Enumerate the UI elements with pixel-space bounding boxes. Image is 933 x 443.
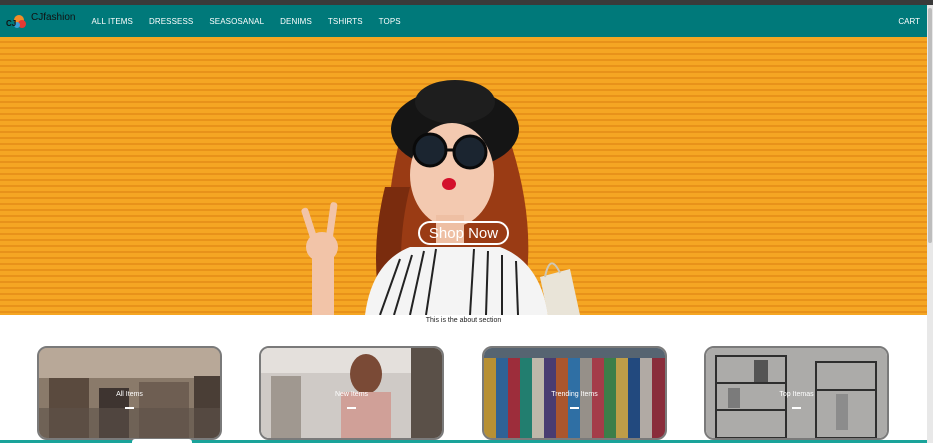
nav-all-items[interactable]: ALL ITEMS bbox=[91, 17, 133, 26]
nav-denims[interactable]: DENIMS bbox=[280, 17, 312, 26]
category-underline bbox=[124, 407, 134, 409]
category-underline bbox=[791, 407, 801, 409]
hero-model-image bbox=[301, 80, 580, 315]
shop-now-button[interactable]: Shop Now bbox=[418, 221, 509, 245]
brand[interactable]: CJ CJfashion bbox=[5, 5, 75, 37]
category-underline bbox=[569, 407, 579, 409]
cart-link[interactable]: CART bbox=[898, 17, 920, 26]
category-card-trending-items[interactable]: Trending Items bbox=[482, 346, 667, 440]
main-navbar: CJ CJfashion ALL ITEMS DRESSESS SEASOSAN… bbox=[0, 5, 927, 37]
category-card-top-items[interactable]: Top Itemas bbox=[704, 346, 889, 440]
nav-tshirts[interactable]: TSHIRTS bbox=[328, 17, 363, 26]
bottom-tab bbox=[132, 439, 192, 443]
about-section-text: This is the about section bbox=[425, 317, 502, 324]
category-label: New Items bbox=[334, 391, 369, 398]
brand-logo-text: CJ bbox=[6, 19, 16, 28]
category-label: Top Itemas bbox=[779, 391, 814, 398]
hero-banner: Shop Now bbox=[0, 37, 927, 315]
scrollbar-thumb[interactable] bbox=[928, 8, 932, 243]
brand-name: CJfashion bbox=[31, 12, 76, 23]
category-label: Trending Items bbox=[551, 391, 598, 398]
category-underline bbox=[346, 407, 356, 409]
category-card-new-items[interactable]: New Items bbox=[259, 346, 444, 440]
nav-tops[interactable]: TOPS bbox=[379, 17, 401, 26]
nav-links: ALL ITEMS DRESSESS SEASOSANAL DENIMS TSH… bbox=[91, 17, 416, 26]
nav-dressess[interactable]: DRESSESS bbox=[149, 17, 193, 26]
category-card-all-items[interactable]: All Items bbox=[37, 346, 222, 440]
nav-seasosanal[interactable]: SEASOSANAL bbox=[209, 17, 264, 26]
brand-logo-icon: CJ bbox=[5, 10, 27, 32]
category-label: All Items bbox=[116, 391, 143, 398]
